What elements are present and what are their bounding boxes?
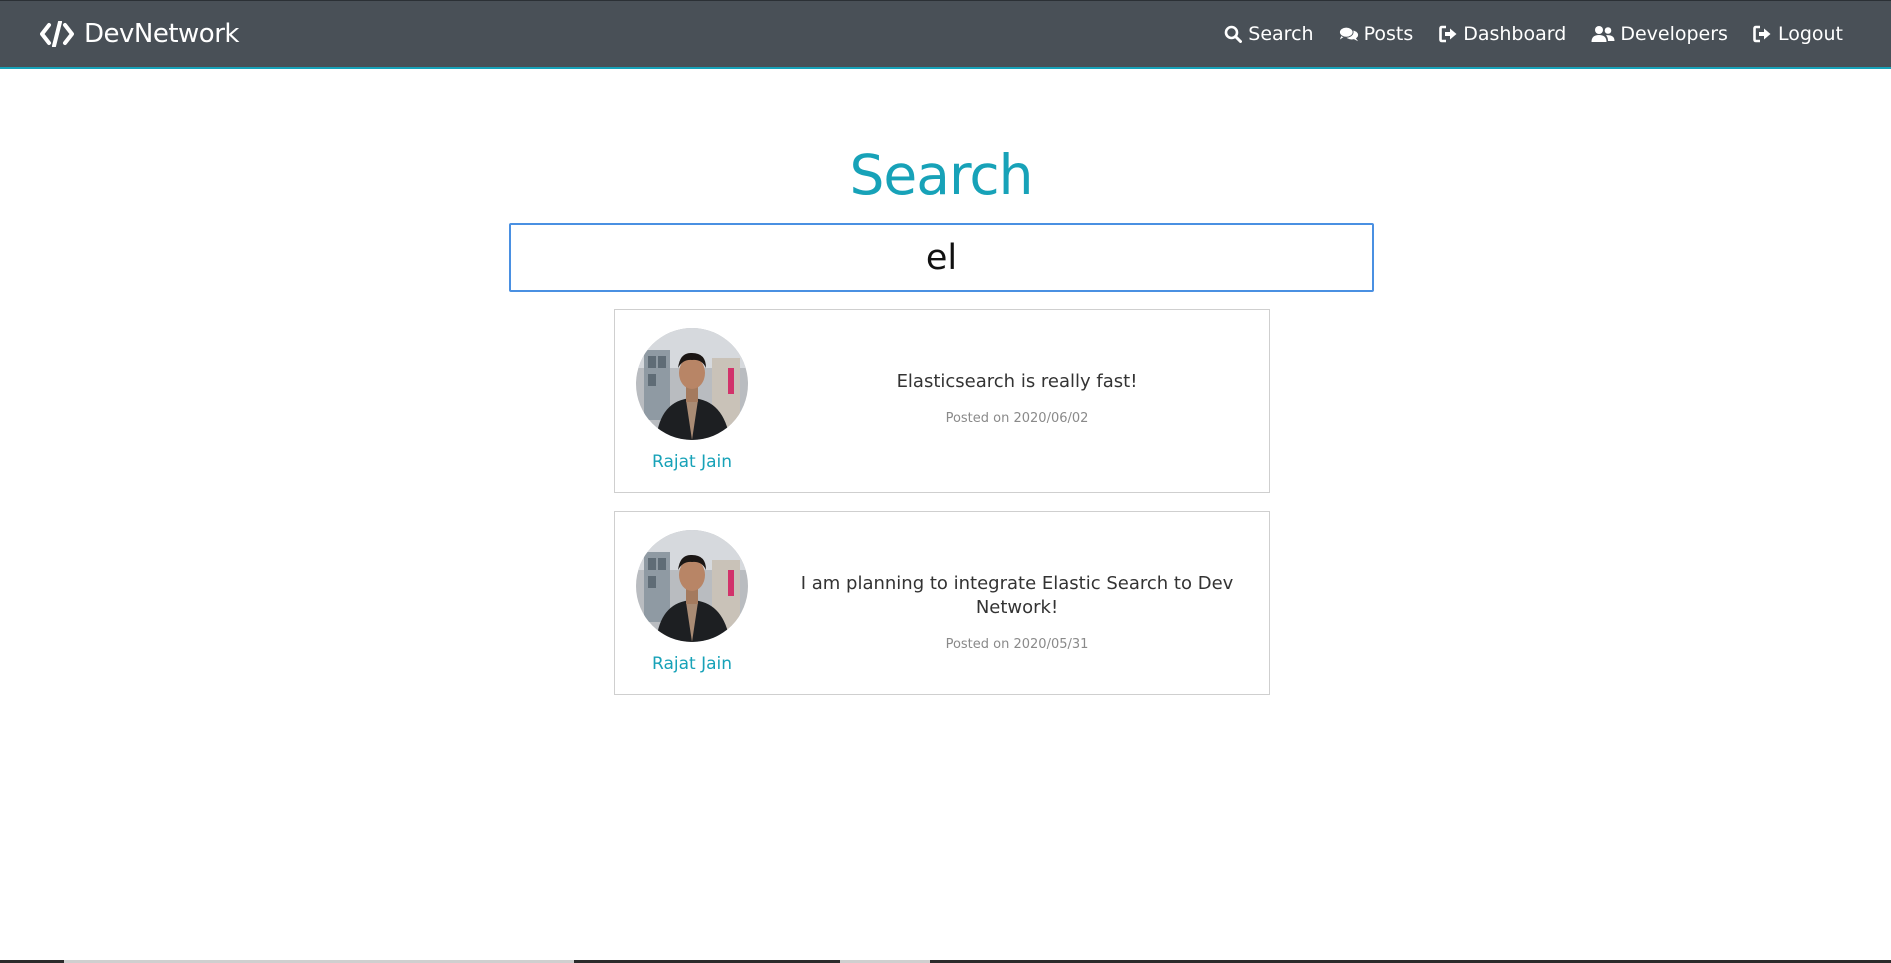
search-input[interactable] (509, 223, 1374, 292)
post-body: Elasticsearch is really fast! Posted on … (775, 370, 1259, 426)
post-date: Posted on 2020/06/02 (945, 411, 1089, 426)
post-author: Rajat Jain (636, 530, 748, 674)
author-name[interactable]: Rajat Jain (626, 654, 758, 674)
brand-label: DevNetwork (84, 19, 239, 49)
nav-link-dashboard[interactable]: Dashboard (1438, 23, 1566, 45)
nav-link-label: Logout (1777, 23, 1843, 45)
nav-link-developers[interactable]: Developers (1591, 23, 1728, 45)
top-navbar: DevNetwork Search Posts Dashboard Develo… (0, 0, 1891, 69)
post-date: Posted on 2020/05/31 (945, 637, 1089, 652)
nav-link-logout[interactable]: Logout (1753, 23, 1843, 45)
post-author: Rajat Jain (636, 328, 748, 472)
post-body: I am planning to integrate Elastic Searc… (775, 572, 1259, 652)
post-card: Rajat Jain Elasticsearch is really fast!… (614, 309, 1270, 493)
search-icon (1223, 24, 1243, 44)
page-title: Search (849, 143, 1034, 207)
post-text: I am planning to integrate Elastic Searc… (800, 573, 1234, 618)
sign-out-icon (1753, 24, 1773, 44)
nav-link-label: Dashboard (1463, 23, 1567, 45)
author-name[interactable]: Rajat Jain (626, 452, 758, 472)
comments-icon (1338, 24, 1359, 44)
nav-link-label: Posts (1363, 23, 1414, 45)
brand-link[interactable]: DevNetwork (40, 19, 239, 49)
nav-links: Search Posts Dashboard Developers Logout (1223, 23, 1843, 45)
sign-out-icon (1438, 24, 1458, 44)
post-text: Elasticsearch is really fast! (896, 371, 1138, 392)
nav-link-label: Search (1248, 23, 1314, 45)
users-icon (1591, 24, 1615, 44)
avatar[interactable] (636, 530, 748, 642)
code-icon (40, 20, 74, 48)
nav-link-search[interactable]: Search (1223, 23, 1314, 45)
post-card: Rajat Jain I am planning to integrate El… (614, 511, 1270, 695)
avatar[interactable] (636, 328, 748, 440)
nav-link-posts[interactable]: Posts (1338, 23, 1414, 45)
nav-link-label: Developers (1620, 23, 1728, 45)
